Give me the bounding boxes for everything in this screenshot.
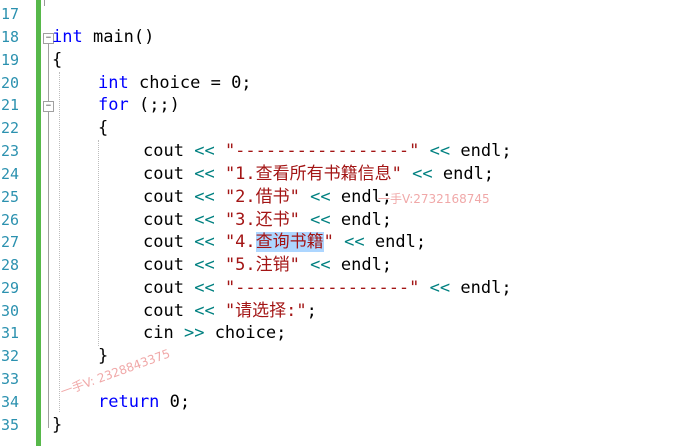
code-line-20: int choice = 0; xyxy=(98,72,252,95)
operator: << xyxy=(194,232,215,252)
code-line-26: cout << "3.还书" << endl; xyxy=(143,209,392,232)
code-line-27: cout << "4.查询书籍" << endl; xyxy=(143,231,426,254)
line-number: 25 xyxy=(1,188,20,206)
line-number: 24 xyxy=(1,165,20,183)
identifier: cout xyxy=(143,278,184,298)
string-literal: " xyxy=(323,232,334,252)
line-number: 29 xyxy=(1,279,20,297)
line-number: 33 xyxy=(1,370,20,388)
code-line-24: cout << "1.查看所有书籍信息" << endl; xyxy=(143,163,494,186)
line-number: 19 xyxy=(1,51,20,69)
operator: << xyxy=(194,210,215,230)
code-line-30: cout << "请选择:"; xyxy=(143,300,317,323)
code-text: endl; xyxy=(330,255,393,275)
operator: << xyxy=(194,164,215,184)
line-number: 21 xyxy=(1,96,20,114)
code-text: endl; xyxy=(450,278,512,298)
line-number: 22 xyxy=(1,119,20,137)
code-text: choice = 0; xyxy=(128,73,252,93)
operator: >> xyxy=(183,323,205,343)
code-text: endl; xyxy=(432,164,495,184)
operator: << xyxy=(310,210,331,230)
line-number: 31 xyxy=(1,324,20,342)
line-number: 20 xyxy=(1,74,20,92)
identifier: cout xyxy=(143,301,184,321)
code-line-18: int main() xyxy=(52,26,154,49)
change-tracking-bar xyxy=(36,0,41,446)
line-number: 32 xyxy=(1,347,20,365)
code-line-19: { xyxy=(52,50,63,70)
string-literal: "4. xyxy=(224,232,256,252)
line-number: 34 xyxy=(1,393,20,411)
code-text: (;;) xyxy=(128,95,180,115)
operator: << xyxy=(194,141,215,161)
code-line-29: cout << "-----------------" << endl; xyxy=(143,277,512,300)
code-line-23: cout << "-----------------" << endl; xyxy=(143,140,512,163)
code-text: ; xyxy=(306,301,317,321)
string-literal: "3.还书" xyxy=(224,210,300,230)
indent-guide xyxy=(98,140,99,346)
code-text: main() xyxy=(82,27,155,47)
code-line-31: cin >> choice; xyxy=(143,322,286,345)
identifier: cout xyxy=(143,141,184,161)
code-text: 0; xyxy=(159,392,191,412)
operator: << xyxy=(310,187,331,207)
operator: << xyxy=(429,141,451,161)
line-number: 30 xyxy=(1,302,20,320)
code-line-22: { xyxy=(98,118,109,138)
line-number: 27 xyxy=(1,233,20,251)
keyword: for xyxy=(98,95,129,115)
operator: << xyxy=(310,255,331,275)
code-line-21: for (;;) xyxy=(98,94,180,117)
keyword: int xyxy=(98,73,129,93)
operator: << xyxy=(194,278,215,298)
watermark-text: 一手V:2732168745 xyxy=(378,192,490,206)
code-text: choice; xyxy=(204,323,287,343)
identifier: cout xyxy=(143,255,184,275)
string-literal: "1.查看所有书籍信息" xyxy=(224,164,402,184)
code-line-25: cout << "2.借书" << endl; xyxy=(143,186,392,209)
code-text: endl; xyxy=(330,210,393,230)
operator: << xyxy=(429,278,451,298)
operator: << xyxy=(194,301,215,321)
operator: << xyxy=(194,255,215,275)
identifier: cout xyxy=(143,164,184,184)
code-line-28: cout << "5.注销" << endl; xyxy=(143,254,392,277)
operator: << xyxy=(344,232,365,252)
identifier: cout xyxy=(143,210,184,230)
string-literal: "-----------------" xyxy=(224,141,420,161)
selected-text[interactable]: 查询书籍 xyxy=(255,232,324,252)
collapse-for-icon[interactable]: − xyxy=(43,101,54,112)
code-line-34: return 0; xyxy=(98,391,190,414)
keyword: int xyxy=(52,27,83,47)
code-text: endl; xyxy=(450,141,512,161)
code-line-35: } xyxy=(52,415,63,435)
indent-guide xyxy=(59,72,60,412)
string-literal: "请选择:" xyxy=(224,301,307,321)
operator: << xyxy=(412,164,433,184)
string-literal: "2.借书" xyxy=(224,187,300,207)
identifier: cin xyxy=(143,323,174,343)
line-number: 28 xyxy=(1,256,20,274)
identifier: cout xyxy=(143,232,184,252)
line-number: 26 xyxy=(1,211,20,229)
line-number: 23 xyxy=(1,142,20,160)
line-number: 35 xyxy=(1,416,20,434)
string-literal: "-----------------" xyxy=(224,278,420,298)
keyword: return xyxy=(98,392,160,412)
operator: << xyxy=(194,187,215,207)
fold-end-marker xyxy=(44,0,45,6)
line-number: 17 xyxy=(1,5,20,23)
line-number: 18 xyxy=(1,28,20,46)
code-text: endl; xyxy=(364,232,427,252)
code-line-32: } xyxy=(98,346,109,366)
string-literal: "5.注销" xyxy=(224,255,300,275)
identifier: cout xyxy=(143,187,184,207)
